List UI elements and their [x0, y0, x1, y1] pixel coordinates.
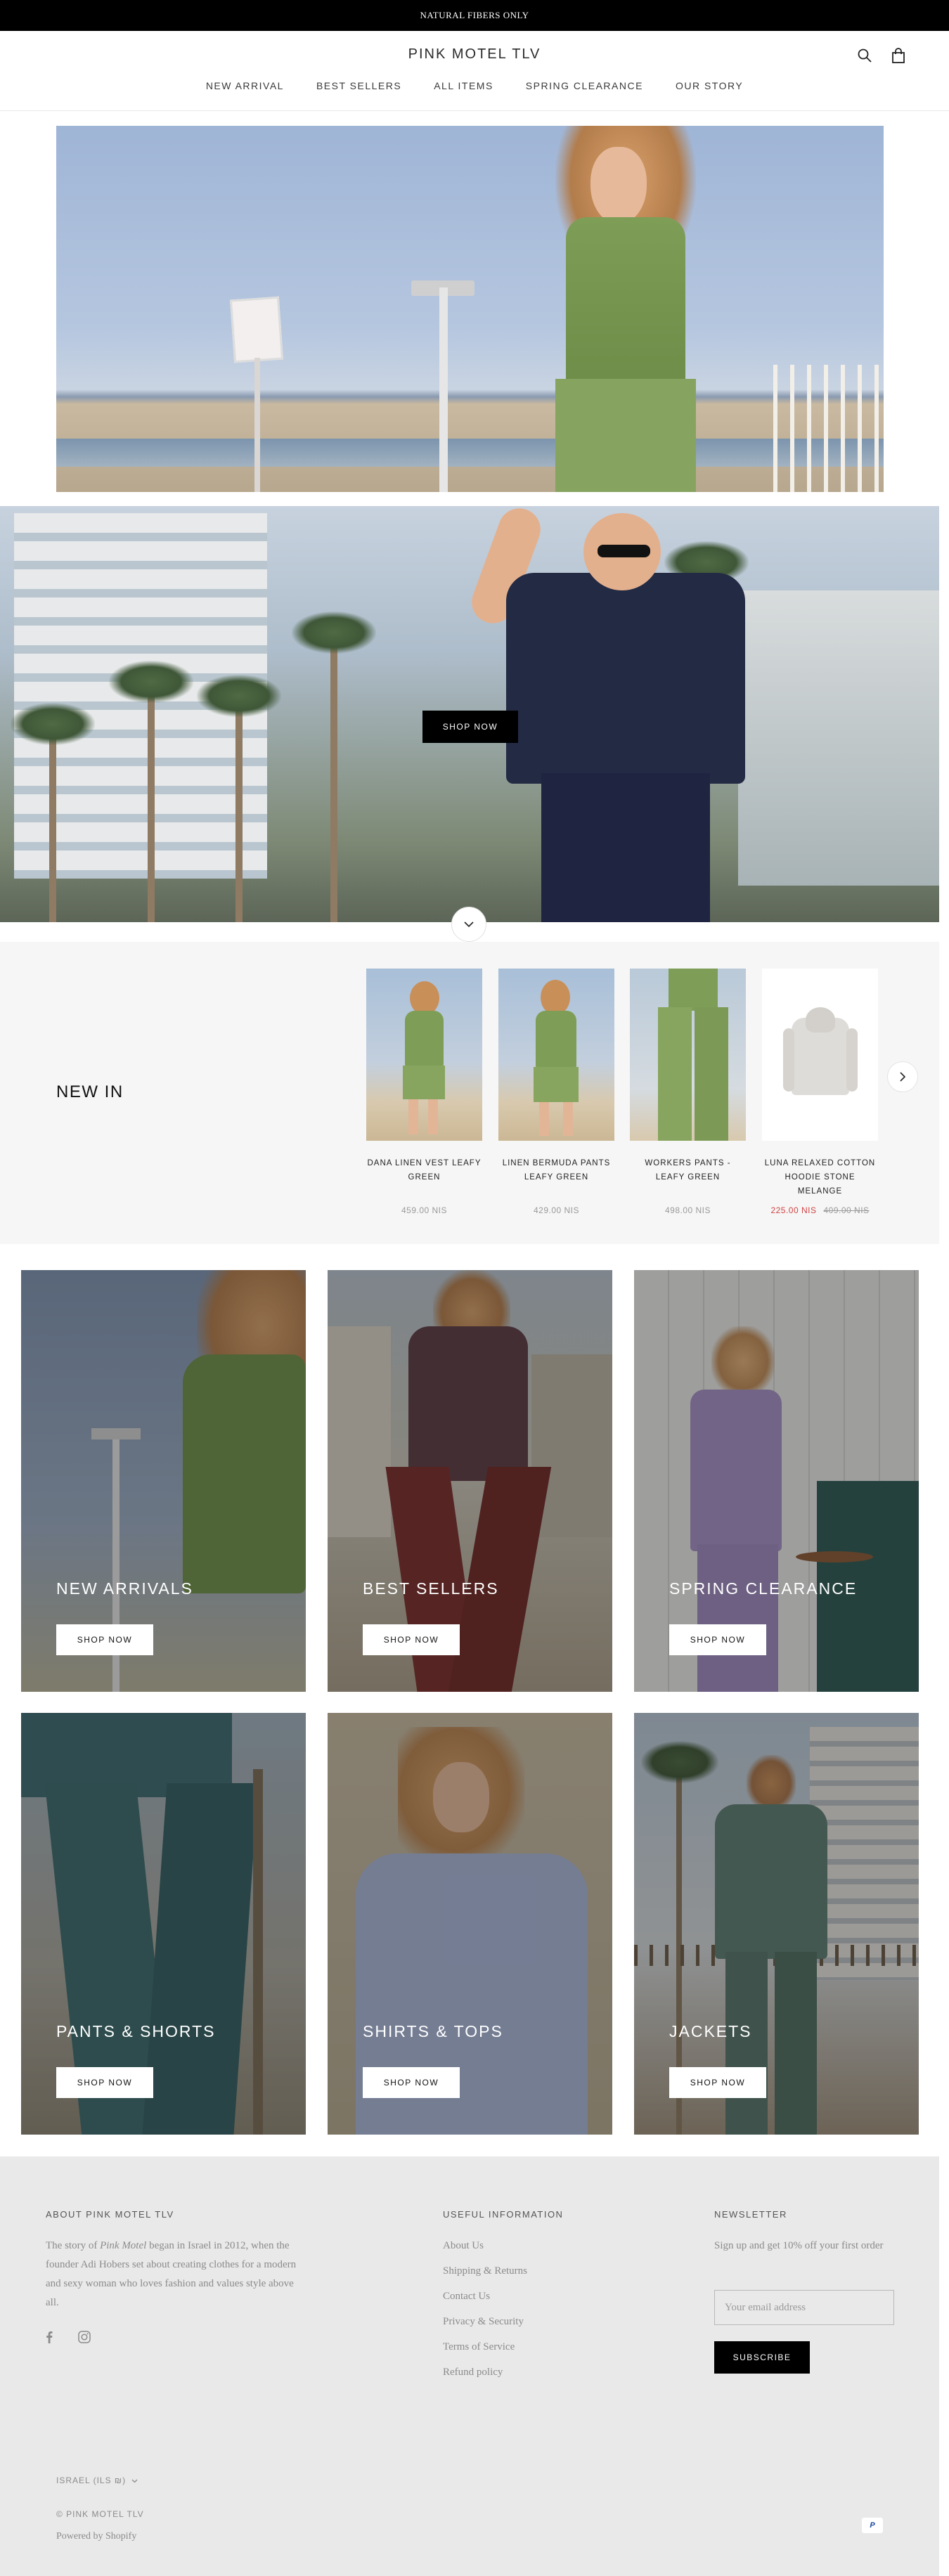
price-value: 498.00 NIS [664, 1205, 711, 1215]
footer-link-terms-of-service[interactable]: Terms of Service [443, 2341, 515, 2353]
nav-new-arrival[interactable]: NEW ARRIVAL [206, 80, 284, 91]
product-image[interactable] [366, 969, 482, 1141]
footer-link-about-us[interactable]: About Us [443, 2240, 484, 2252]
product-name[interactable]: WORKERS PANTS - LEAFY GREEN [630, 1156, 746, 1187]
product-image[interactable] [498, 969, 614, 1141]
newsletter-text: Sign up and get 10% off your first order [714, 2240, 884, 2251]
new-in-section: NEW IN DANA LINEN VEST LEAFY GREEN 459.0… [0, 942, 939, 1244]
product-name[interactable]: DANA LINEN VEST LEAFY GREEN [366, 1156, 482, 1187]
facebook-icon[interactable] [46, 2331, 56, 2345]
copyright: © PINK MOTEL TLV [56, 2509, 144, 2519]
product-card[interactable]: WORKERS PANTS - LEAFY GREEN 498.00 NIS [630, 969, 746, 1215]
instagram-icon[interactable] [78, 2331, 92, 2345]
category-shop-now-button[interactable]: SHOP NOW [669, 1624, 766, 1655]
category-tile-jackets[interactable]: JACKETS SHOP NOW [634, 1713, 919, 2135]
footer-link-refund-policy[interactable]: Refund policy [443, 2367, 503, 2378]
category-shop-now-button[interactable]: SHOP NOW [363, 2067, 460, 2098]
currency-selector[interactable]: ISRAEL (ILS ₪) [56, 2475, 138, 2485]
search-icon[interactable] [854, 45, 875, 66]
announcement-text: NATURAL FIBERS ONLY [420, 10, 529, 20]
category-shop-now-button[interactable]: SHOP NOW [669, 2067, 766, 2098]
product-image[interactable] [762, 969, 878, 1141]
category-label: NEW ARRIVALS [56, 1579, 193, 1598]
compare-price: 409.00 NIS [823, 1205, 870, 1215]
about-text-part: The story of [46, 2240, 101, 2251]
product-card[interactable]: LINEN BERMUDA PANTS LEAFY GREEN 429.00 N… [498, 969, 614, 1215]
product-name[interactable]: LUNA RELAXED COTTON HOODIE STONE MELANGE [762, 1156, 878, 1196]
category-shop-now-button[interactable]: SHOP NOW [363, 1624, 460, 1655]
footer-about-text: The story of Pink Motel began in Israel … [46, 2237, 299, 2312]
nav-our-story[interactable]: OUR STORY [676, 80, 743, 91]
product-price: 459.00 NIS [366, 1205, 482, 1215]
chevron-down-icon [464, 921, 474, 928]
new-in-title: NEW IN [56, 1082, 124, 1101]
nav-all-items[interactable]: ALL ITEMS [434, 80, 493, 91]
category-tile-shirts-tops[interactable]: SHIRTS & TOPS SHOP NOW [328, 1713, 612, 2135]
product-card[interactable]: LUNA RELAXED COTTON HOODIE STONE MELANGE… [762, 969, 878, 1215]
site-logo[interactable]: PINK MOTEL TLV [0, 46, 949, 63]
footer-newsletter-title: NEWSLETTER [714, 2209, 787, 2220]
footer-about-title: ABOUT PINK MOTEL TLV [46, 2209, 174, 2220]
product-price: 429.00 NIS [498, 1205, 614, 1215]
hero-shop-now-button[interactable]: SHOP NOW [422, 711, 518, 743]
footer-info-title: USEFUL INFORMATION [443, 2209, 564, 2220]
hero-image-beach[interactable] [56, 126, 884, 492]
category-shop-now-button[interactable]: SHOP NOW [56, 2067, 153, 2098]
category-label: BEST SELLERS [363, 1579, 499, 1598]
product-card[interactable]: DANA LINEN VEST LEAFY GREEN 459.00 NIS [366, 969, 482, 1215]
category-tile-best-sellers[interactable]: BEST SELLERS SHOP NOW [328, 1270, 612, 1692]
announcement-bar: NATURAL FIBERS ONLY [0, 0, 949, 31]
about-brand: Pink Motel [100, 2240, 147, 2251]
price-value: 459.00 NIS [401, 1205, 448, 1215]
paypal-mark: P [870, 2521, 875, 2530]
site-header: PINK MOTEL TLV NEW ARRIVAL BEST SELLERS … [0, 31, 949, 111]
carousel-next-button[interactable] [887, 1061, 918, 1092]
category-tile-spring-clearance[interactable]: SPRING CLEARANCE SHOP NOW [634, 1270, 919, 1692]
chevron-right-icon [900, 1072, 906, 1082]
footer-link-privacy-security[interactable]: Privacy & Security [443, 2316, 524, 2328]
category-label: SHIRTS & TOPS [363, 2022, 503, 2040]
nav-best-sellers[interactable]: BEST SELLERS [316, 80, 401, 91]
category-tile-pants-shorts[interactable]: PANTS & SHORTS SHOP NOW [21, 1713, 306, 2135]
footer-link-contact-us[interactable]: Contact Us [443, 2291, 490, 2303]
category-label: SPRING CLEARANCE [669, 1579, 858, 1598]
footer-link-shipping-returns[interactable]: Shipping & Returns [443, 2265, 527, 2277]
main-nav: NEW ARRIVAL BEST SELLERS ALL ITEMS SPRIN… [0, 80, 949, 91]
category-tile-new-arrivals[interactable]: NEW ARRIVALS SHOP NOW [21, 1270, 306, 1692]
sale-price: 225.00 NIS [770, 1205, 817, 1215]
category-shop-now-button[interactable]: SHOP NOW [56, 1624, 153, 1655]
product-image[interactable] [630, 969, 746, 1141]
chevron-down-icon [131, 2479, 138, 2483]
price-value: 429.00 NIS [533, 1205, 580, 1215]
powered-by-shopify[interactable]: Powered by Shopify [56, 2531, 136, 2542]
nav-spring-clearance[interactable]: SPRING CLEARANCE [526, 80, 643, 91]
scroll-down-button[interactable] [451, 907, 486, 942]
category-label: JACKETS [669, 2022, 752, 2040]
subscribe-button[interactable]: SUBSCRIBE [714, 2341, 810, 2374]
bag-icon[interactable] [888, 45, 909, 66]
paypal-icon: P [862, 2518, 883, 2533]
product-price: 498.00 NIS [630, 1205, 746, 1215]
category-label: PANTS & SHORTS [56, 2022, 216, 2040]
product-name[interactable]: LINEN BERMUDA PANTS LEAFY GREEN [498, 1156, 614, 1187]
currency-value: ISRAEL (ILS ₪) [56, 2475, 127, 2485]
product-price: 225.00 NIS 409.00 NIS [762, 1205, 878, 1215]
newsletter-email-input[interactable] [714, 2290, 894, 2325]
